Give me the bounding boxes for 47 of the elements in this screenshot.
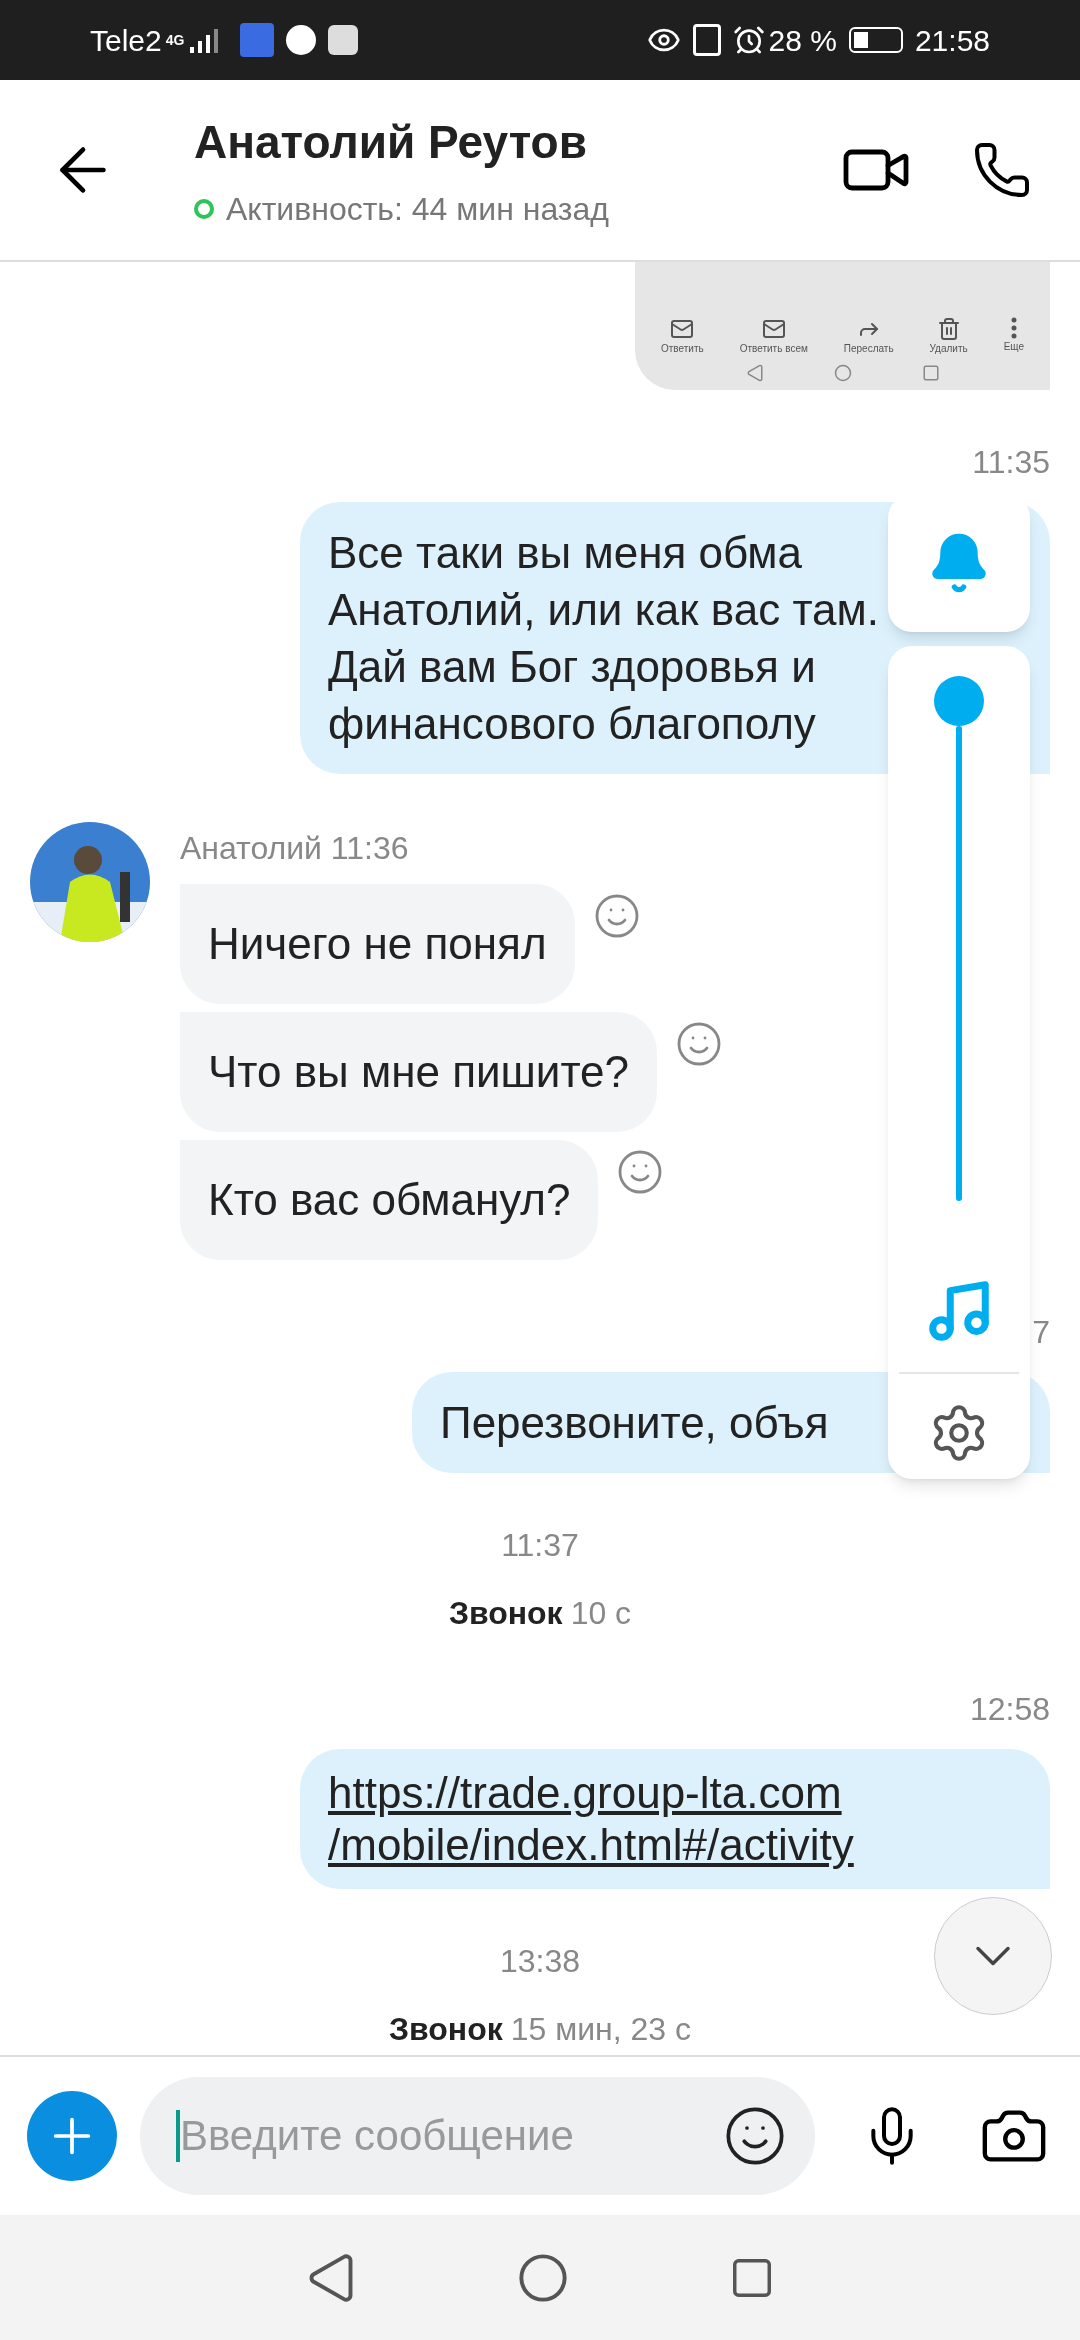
call-duration: 10 с	[570, 1594, 632, 1633]
phone-call-button[interactable]	[972, 140, 1032, 200]
message-text: финансового благополу	[328, 698, 816, 750]
home-icon	[833, 364, 852, 382]
toolbar-icon	[936, 317, 961, 341]
app-icon	[240, 23, 275, 57]
toolbar-label: Ответить	[660, 342, 704, 356]
toolbar-label: Еще	[1003, 340, 1025, 354]
app-icon	[328, 25, 359, 55]
call-label: Звонок	[389, 2010, 503, 2049]
message-text: Все таки вы меня обма	[328, 527, 802, 579]
volume-thumb[interactable]	[934, 676, 984, 726]
timestamp: 12:58	[969, 1690, 1050, 1729]
message-link[interactable]: https://trade.group-lta.com	[328, 1767, 842, 1819]
back-icon	[745, 364, 764, 382]
toolbar-label: Удалить	[929, 342, 968, 356]
contact-name: Анатолий Реутов	[194, 114, 588, 170]
network-type: 4G	[165, 33, 185, 47]
app-icon	[286, 25, 317, 55]
timestamp: 13:38	[499, 1942, 581, 1981]
activity-status: Активность: 44 мин назад	[226, 189, 609, 229]
message-text: Перезвоните, объя	[440, 1397, 829, 1449]
message-text: Ничего не понял	[208, 918, 547, 970]
message-text: Кто вас обманул?	[208, 1174, 571, 1226]
message-text: Анатолий, или как вас там.	[328, 584, 879, 636]
recents-icon	[921, 364, 940, 382]
timestamp: 7	[1032, 1313, 1050, 1352]
sender-and-time: Анатолий 11:36	[180, 829, 410, 868]
timestamp: 11:37	[501, 1526, 579, 1565]
message-text: Что вы мне пишите?	[208, 1046, 630, 1098]
call-label: Звонок	[448, 1594, 563, 1633]
toolbar-icon	[670, 317, 695, 341]
battery-icon	[848, 27, 903, 53]
timestamp: 11:35	[972, 443, 1050, 482]
toolbar-icon	[761, 317, 786, 341]
message-link[interactable]: /mobile/index.html#/activity	[328, 1819, 854, 1871]
toolbar-label: Ответить всем	[739, 342, 808, 356]
message-text: Дай вам Бог здоровья и	[328, 641, 816, 693]
toolbar-label: Переслать	[843, 342, 894, 356]
carrier-name: Tele2	[90, 22, 162, 59]
alarm-icon	[732, 24, 765, 56]
battery-percent: 28 %	[768, 22, 837, 59]
call-duration: 15 мин, 23 с	[510, 2010, 691, 2049]
toolbar-icon	[1010, 317, 1017, 339]
message-field[interactable]: Введите сообщение	[140, 2077, 815, 2195]
clock: 21:58	[914, 22, 990, 59]
home-nav-button[interactable]	[517, 2251, 569, 2304]
